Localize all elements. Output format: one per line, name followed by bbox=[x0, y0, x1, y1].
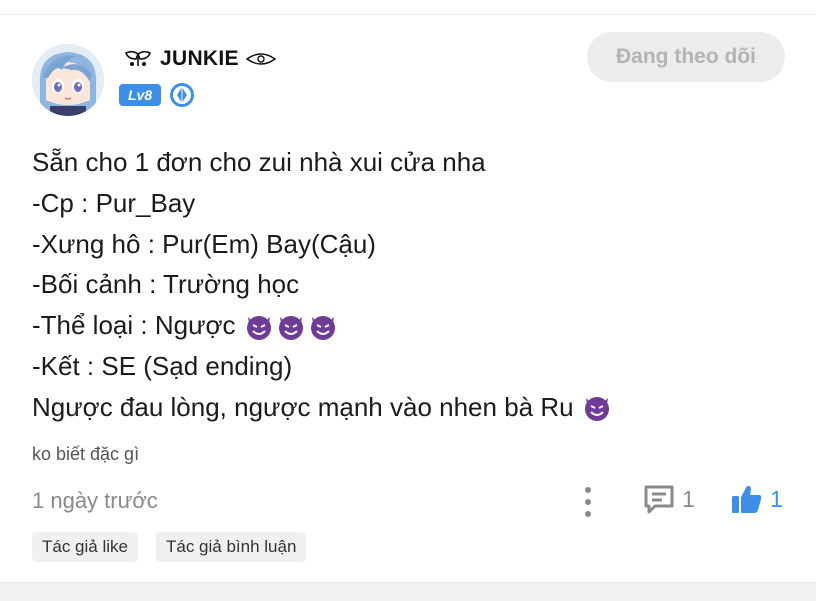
smiling-devil-emoji bbox=[308, 311, 338, 341]
author-name-row[interactable]: JUNKIE bbox=[122, 44, 277, 74]
top-divider bbox=[0, 14, 816, 15]
content-line: -Thể loại : Ngược bbox=[32, 305, 792, 346]
eye-symbol-icon bbox=[245, 53, 277, 65]
like-count: 1 bbox=[770, 485, 783, 512]
comment-count: 1 bbox=[682, 485, 695, 512]
content-line: -Kết : SE (Sạd ending) bbox=[32, 350, 293, 381]
post-content: Sẵn cho 1 đơn cho zui nhà xui cửa nha -C… bbox=[32, 142, 792, 428]
author-name: JUNKIE bbox=[160, 47, 239, 70]
post-timestamp: 1 ngày trước bbox=[32, 488, 158, 513]
thumbs-up-icon bbox=[732, 485, 762, 513]
author-commented-tag: Tác giả bình luận bbox=[155, 532, 307, 562]
winged-symbol-icon bbox=[125, 50, 151, 66]
vertical-dots-icon[interactable] bbox=[578, 484, 598, 520]
content-line: Sẵn cho 1 đơn cho zui nhà xui cửa nha bbox=[32, 147, 486, 177]
content-line: -Xưng hô : Pur(Em) Bay(Cậu) bbox=[32, 228, 376, 259]
smiling-devil-emoji bbox=[276, 311, 306, 341]
comment-button[interactable]: 1 bbox=[642, 482, 695, 516]
bottom-divider bbox=[0, 582, 816, 601]
content-line: Ngược đau lòng, ngược mạnh vào nhen bà R… bbox=[32, 387, 792, 428]
post-note: ko biết đặc gì bbox=[32, 444, 140, 464]
content-line: -Bối cảnh : Trường học bbox=[32, 269, 300, 300]
content-line: -Cp : Pur_Bay bbox=[32, 187, 196, 218]
smiling-devil-emoji bbox=[582, 392, 612, 422]
smiling-devil-emoji bbox=[244, 311, 274, 341]
like-button[interactable]: 1 bbox=[730, 482, 783, 516]
level-badge: Lv8 bbox=[119, 84, 162, 106]
author-badges: Lv8 bbox=[119, 82, 195, 108]
comment-icon bbox=[644, 485, 674, 514]
author-liked-tag: Tác giả like bbox=[32, 532, 138, 562]
blue-gem-badge-icon bbox=[170, 83, 195, 107]
author-avatar[interactable] bbox=[32, 44, 104, 116]
following-button[interactable]: Đang theo dõi bbox=[587, 32, 785, 82]
tag-row: Tác giả like Tác giả bình luận bbox=[32, 532, 307, 562]
